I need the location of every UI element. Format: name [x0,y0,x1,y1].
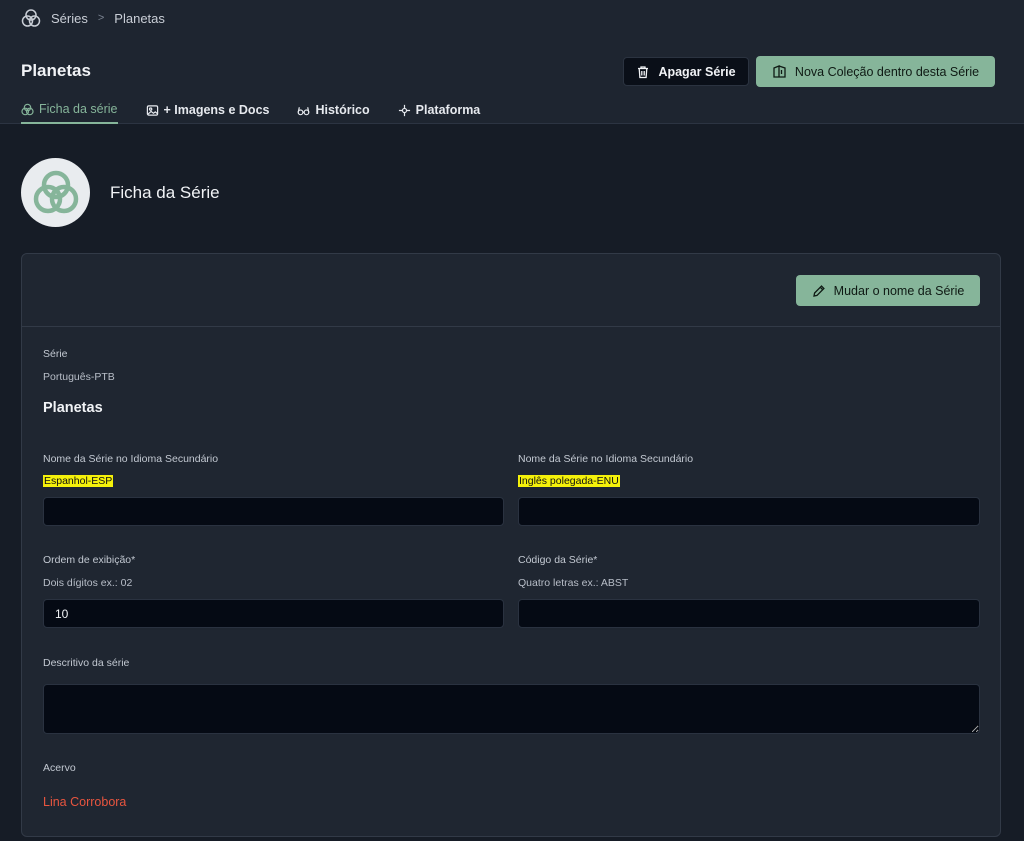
pencil-icon [812,284,826,298]
breadcrumb-root[interactable]: Séries [51,11,88,26]
tab-label: Plataforma [415,103,481,117]
section-title: Ficha da Série [110,182,220,202]
secondary-name-esp-input[interactable] [43,497,504,526]
platform-icon [398,104,411,117]
top-bar: Séries > Planetas Planetas Apagar Série … [0,0,1024,124]
breadcrumb: Séries > Planetas [21,8,165,28]
new-collection-button[interactable]: Nova Coleção dentro desta Série [756,56,995,87]
description-label: Descritivo da série [43,657,130,669]
language-badge-enu: Inglês polegada-ENU [518,475,620,487]
secondary-name-label-right: Nome da Série no Idioma Secundário [518,453,694,465]
language-badge-esp: Espanhol-ESP [43,475,114,487]
collection-label: Acervo [43,762,76,774]
tab-historico[interactable]: Histórico [297,96,370,124]
circles-logo-icon [29,166,83,220]
collection-owner[interactable]: Lina Corrobora [43,795,126,809]
series-code-hint: Quatro letras ex.: ABST [518,577,629,589]
tab-bar: Ficha da série + Imagens e Docs Históric… [21,96,480,124]
trash-icon [636,65,650,79]
logo-circles-icon[interactable] [21,8,41,28]
display-order-hint: Dois dígitos ex.: 02 [43,577,133,589]
new-collection-label: Nova Coleção dentro desta Série [794,64,980,79]
delete-series-button[interactable]: Apagar Série [623,57,749,86]
series-avatar [21,158,90,227]
rename-series-button[interactable]: Mudar o nome da Série [796,275,980,306]
display-order-label: Ordem de exibição* [43,554,136,566]
rename-series-label: Mudar o nome da Série [833,283,965,298]
tab-ficha-da-serie[interactable]: Ficha da série [21,96,118,124]
collection-icon [772,64,787,79]
glasses-icon [297,104,310,117]
display-order-input[interactable] [43,599,504,628]
tab-imagens-e-docs[interactable]: + Imagens e Docs [146,96,270,124]
card-header: Mudar o nome da Série [22,254,1000,327]
serie-label: Série [43,348,68,360]
tab-label: Ficha da série [39,102,118,116]
page-title: Planetas [21,61,91,80]
series-form-card: Mudar o nome da Série Série Português-PT… [21,253,1001,837]
description-textarea[interactable] [43,684,980,734]
tab-plataforma[interactable]: Plataforma [398,96,481,124]
primary-language: Português-PTB [43,371,115,383]
tab-label: Histórico [315,103,370,117]
delete-series-label: Apagar Série [658,64,736,79]
tab-label: + Imagens e Docs [163,103,270,117]
secondary-name-enu-input[interactable] [518,497,980,526]
breadcrumb-current: Planetas [114,10,165,26]
image-icon [146,104,159,117]
circles-icon [21,103,34,116]
series-code-input[interactable] [518,599,980,628]
series-code-label: Código da Série* [518,554,598,566]
section-header: Ficha da Série [21,158,220,227]
chevron-right-icon: > [97,12,105,24]
secondary-name-label-left: Nome da Série no Idioma Secundário [43,453,219,465]
series-name: Planetas [43,400,103,416]
